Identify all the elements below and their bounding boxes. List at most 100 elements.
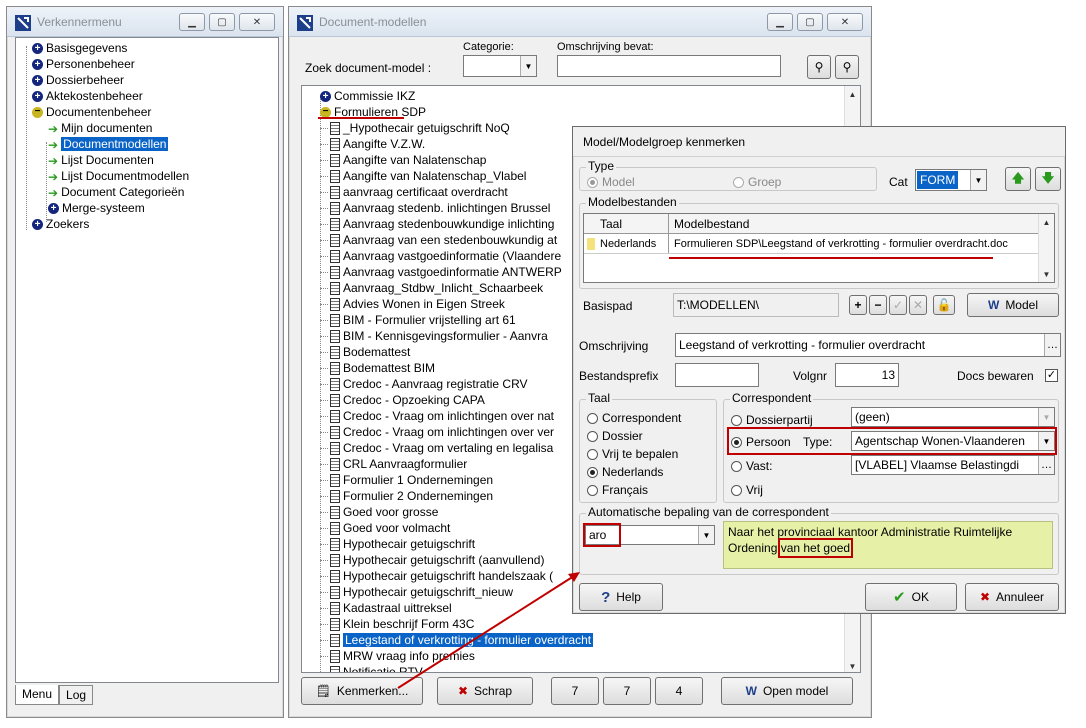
- tree-item-document[interactable]: Aanvraag van een stedenbouwkundig at: [320, 232, 557, 248]
- modelbestanden-table[interactable]: Taal Modelbestand Nederlands Formulieren…: [583, 213, 1055, 283]
- tree-item-document[interactable]: Credoc - Opzoeking CAPA: [320, 392, 485, 408]
- remove-button[interactable]: −: [869, 295, 887, 315]
- type-model-radio[interactable]: Model: [587, 175, 635, 189]
- maximize-button[interactable]: ▢: [797, 13, 823, 31]
- tree-item-document[interactable]: Notificatie RTV: [330, 664, 423, 672]
- move-up-button[interactable]: 🡅: [1005, 167, 1031, 191]
- corr-dossierpartij-radio[interactable]: Dossierpartij: [731, 413, 813, 427]
- tree-item-commissie-ikz[interactable]: + Commissie IKZ: [320, 88, 415, 104]
- tree-item-document[interactable]: BIM - Formulier vrijstelling art 61: [320, 312, 516, 328]
- omschrijving-field[interactable]: Leegstand of verkrotting - formulier ove…: [675, 333, 1061, 357]
- tree-item-document[interactable]: Leegstand of verkrotting - formulier ove…: [320, 632, 594, 648]
- categorie-select[interactable]: ▼: [463, 55, 537, 77]
- tree-item-document[interactable]: CRL Aanvraagformulier: [320, 456, 467, 472]
- add-button[interactable]: +: [849, 295, 867, 315]
- docs-bewaren-checkbox[interactable]: ✓: [1045, 369, 1058, 382]
- tree-item-document[interactable]: Aangifte van Nalatenschap_Vlabel: [320, 168, 526, 184]
- corr-vast-field[interactable]: [VLABEL] Vlaamse Belastingdi …: [851, 455, 1055, 475]
- tree-item-basisgegevens[interactable]: + Basisgegevens: [32, 40, 127, 56]
- tree-item-document[interactable]: aanvraag certificaat overdracht: [320, 184, 508, 200]
- omschrijving-search-input[interactable]: [557, 55, 781, 77]
- scroll-up-icon[interactable]: ▲: [845, 86, 860, 102]
- tree-item-lijst-documentmodellen[interactable]: ➔ Lijst Documentmodellen: [48, 168, 189, 184]
- scroll-up-icon[interactable]: ▲: [1039, 214, 1054, 230]
- tree-item-document-categorieen[interactable]: ➔ Document Categorieën: [48, 184, 184, 200]
- bestandsprefix-field[interactable]: [675, 363, 759, 387]
- corr-vast-radio[interactable]: Vast:: [731, 459, 772, 473]
- cancel-edit-button[interactable]: ✕: [909, 295, 927, 315]
- tree-item-document[interactable]: Hypothecair getuigschrift (aanvullend): [320, 552, 544, 568]
- taal-nederlands-radio[interactable]: Nederlands: [587, 465, 663, 479]
- tree-item-document[interactable]: Aangifte V.Z.W.: [320, 136, 425, 152]
- confirm-button[interactable]: ✓: [889, 295, 907, 315]
- tree-item-merge-systeem[interactable]: + Merge-systeem: [48, 200, 145, 216]
- tree-item-zoekers[interactable]: + Zoekers: [32, 216, 89, 232]
- count-button-2[interactable]: 7: [603, 677, 651, 705]
- search-button[interactable]: ⚲: [807, 55, 831, 79]
- tree-item-document[interactable]: Aanvraag_Stdbw_Inlicht_Schaarbeek: [320, 280, 543, 296]
- tree-item-document[interactable]: Formulier 2 Ondernemingen: [320, 488, 493, 504]
- scroll-down-icon[interactable]: ▼: [1039, 266, 1054, 282]
- tree-item-document[interactable]: Aangifte van Nalatenschap: [320, 152, 486, 168]
- tree-item-document[interactable]: Credoc - Vraag om vertaling en legalisa: [320, 440, 553, 456]
- count-button-3[interactable]: 4: [655, 677, 703, 705]
- tree-item-document[interactable]: Aanvraag vastgoedinformatie ANTWERP: [320, 264, 562, 280]
- dialog-titlebar[interactable]: Model/Modelgroep kenmerken: [573, 127, 1065, 157]
- count-button-1[interactable]: 7: [551, 677, 599, 705]
- corr-vrij-radio[interactable]: Vrij: [731, 483, 763, 497]
- tree-item-document[interactable]: Advies Wonen in Eigen Streek: [320, 296, 505, 312]
- tree-item-lijst-documenten[interactable]: ➔ Lijst Documenten: [48, 152, 154, 168]
- tree-item-document[interactable]: Credoc - Aanvraag registratie CRV: [320, 376, 528, 392]
- maximize-button[interactable]: ▢: [209, 13, 235, 31]
- kenmerken-button[interactable]: 🗒 Kenmerken...: [301, 677, 423, 705]
- tree-item-personenbeheer[interactable]: + Personenbeheer: [32, 56, 135, 72]
- taal-dossier-radio[interactable]: Dossier: [587, 429, 643, 443]
- move-down-button[interactable]: 🡇: [1035, 167, 1061, 191]
- tree-item-document[interactable]: Aanvraag stedenb. inlichtingen Brussel: [320, 200, 550, 216]
- help-button[interactable]: ? Help: [579, 583, 663, 611]
- docmodel-titlebar[interactable]: Document-modellen ▁ ▢ ✕: [289, 7, 871, 37]
- scroll-down-icon[interactable]: ▼: [845, 658, 860, 672]
- minimize-button[interactable]: ▁: [767, 13, 793, 31]
- search-clear-button[interactable]: ⚲: [835, 55, 859, 79]
- cat-select[interactable]: FORM ▼: [915, 169, 987, 191]
- tree-item-document[interactable]: Goed voor volmacht: [320, 520, 450, 536]
- modelbestanden-scrollbar[interactable]: ▲ ▼: [1038, 214, 1054, 282]
- basispad-field[interactable]: T:\MODELLEN\: [673, 293, 839, 317]
- tree-item-document[interactable]: Credoc - Vraag om inlichtingen over nat: [320, 408, 554, 424]
- tree-item-document[interactable]: Aanvraag vastgoedinformatie (Vlaandere: [320, 248, 561, 264]
- tree-item-document[interactable]: BIM - Kennisgevingsformulier - Aanvra: [320, 328, 548, 344]
- tree-item-mijn-documenten[interactable]: ➔ Mijn documenten: [48, 120, 152, 136]
- ok-button[interactable]: ✔ OK: [865, 583, 957, 611]
- tree-item-document[interactable]: Formulier 1 Ondernemingen: [320, 472, 493, 488]
- open-model-button[interactable]: W Open model: [721, 677, 853, 705]
- tree-item-document[interactable]: MRW vraag info premies: [320, 648, 475, 664]
- tree-item-documentenbeheer[interactable]: − Documentenbeheer: [32, 104, 151, 120]
- model-button[interactable]: W Model: [967, 293, 1059, 317]
- schrap-button[interactable]: ✖ Schrap: [437, 677, 533, 705]
- table-row[interactable]: Nederlands Formulieren SDP\Leegstand of …: [584, 234, 1040, 254]
- tree-item-document[interactable]: Klein beschrijf Form 43C: [320, 616, 474, 632]
- tree-item-aktekostenbeheer[interactable]: + Aktekostenbeheer: [32, 88, 143, 104]
- tree-item-document[interactable]: Goed voor grosse: [320, 504, 438, 520]
- ellipsis-icon[interactable]: …: [1044, 334, 1060, 356]
- volgnr-field[interactable]: 13: [835, 363, 899, 387]
- tree-item-document[interactable]: Hypothecair getuigschrift_nieuw: [320, 584, 513, 600]
- tab-menu[interactable]: Menu: [15, 685, 60, 705]
- close-button[interactable]: ✕: [827, 13, 863, 31]
- tree-item-document[interactable]: Bodemattest BIM: [320, 360, 435, 376]
- tree-item-document[interactable]: Kadastraal uittreksel: [320, 600, 452, 616]
- taal-correspondent-radio[interactable]: Correspondent: [587, 411, 681, 425]
- tree-item-document[interactable]: Aanvraag stedenbouwkundige inlichting: [320, 216, 554, 232]
- verkenner-titlebar[interactable]: Verkennermenu ▁ ▢ ✕: [7, 7, 283, 37]
- tree-item-document[interactable]: Bodemattest: [320, 344, 410, 360]
- taal-francais-radio[interactable]: Français: [587, 483, 648, 497]
- verkenner-tree[interactable]: + Basisgegevens + Personenbeheer + Dossierb…: [15, 37, 279, 683]
- type-groep-radio[interactable]: Groep: [733, 175, 781, 189]
- ellipsis-icon[interactable]: …: [1038, 456, 1054, 474]
- tree-item-documentmodellen[interactable]: ➔ Documentmodellen: [48, 136, 169, 152]
- corr-dossierpartij-select[interactable]: (geen) ▼: [851, 407, 1055, 427]
- annuleer-button[interactable]: ✖ Annuleer: [965, 583, 1059, 611]
- minimize-button[interactable]: ▁: [179, 13, 205, 31]
- tab-log[interactable]: Log: [59, 685, 94, 705]
